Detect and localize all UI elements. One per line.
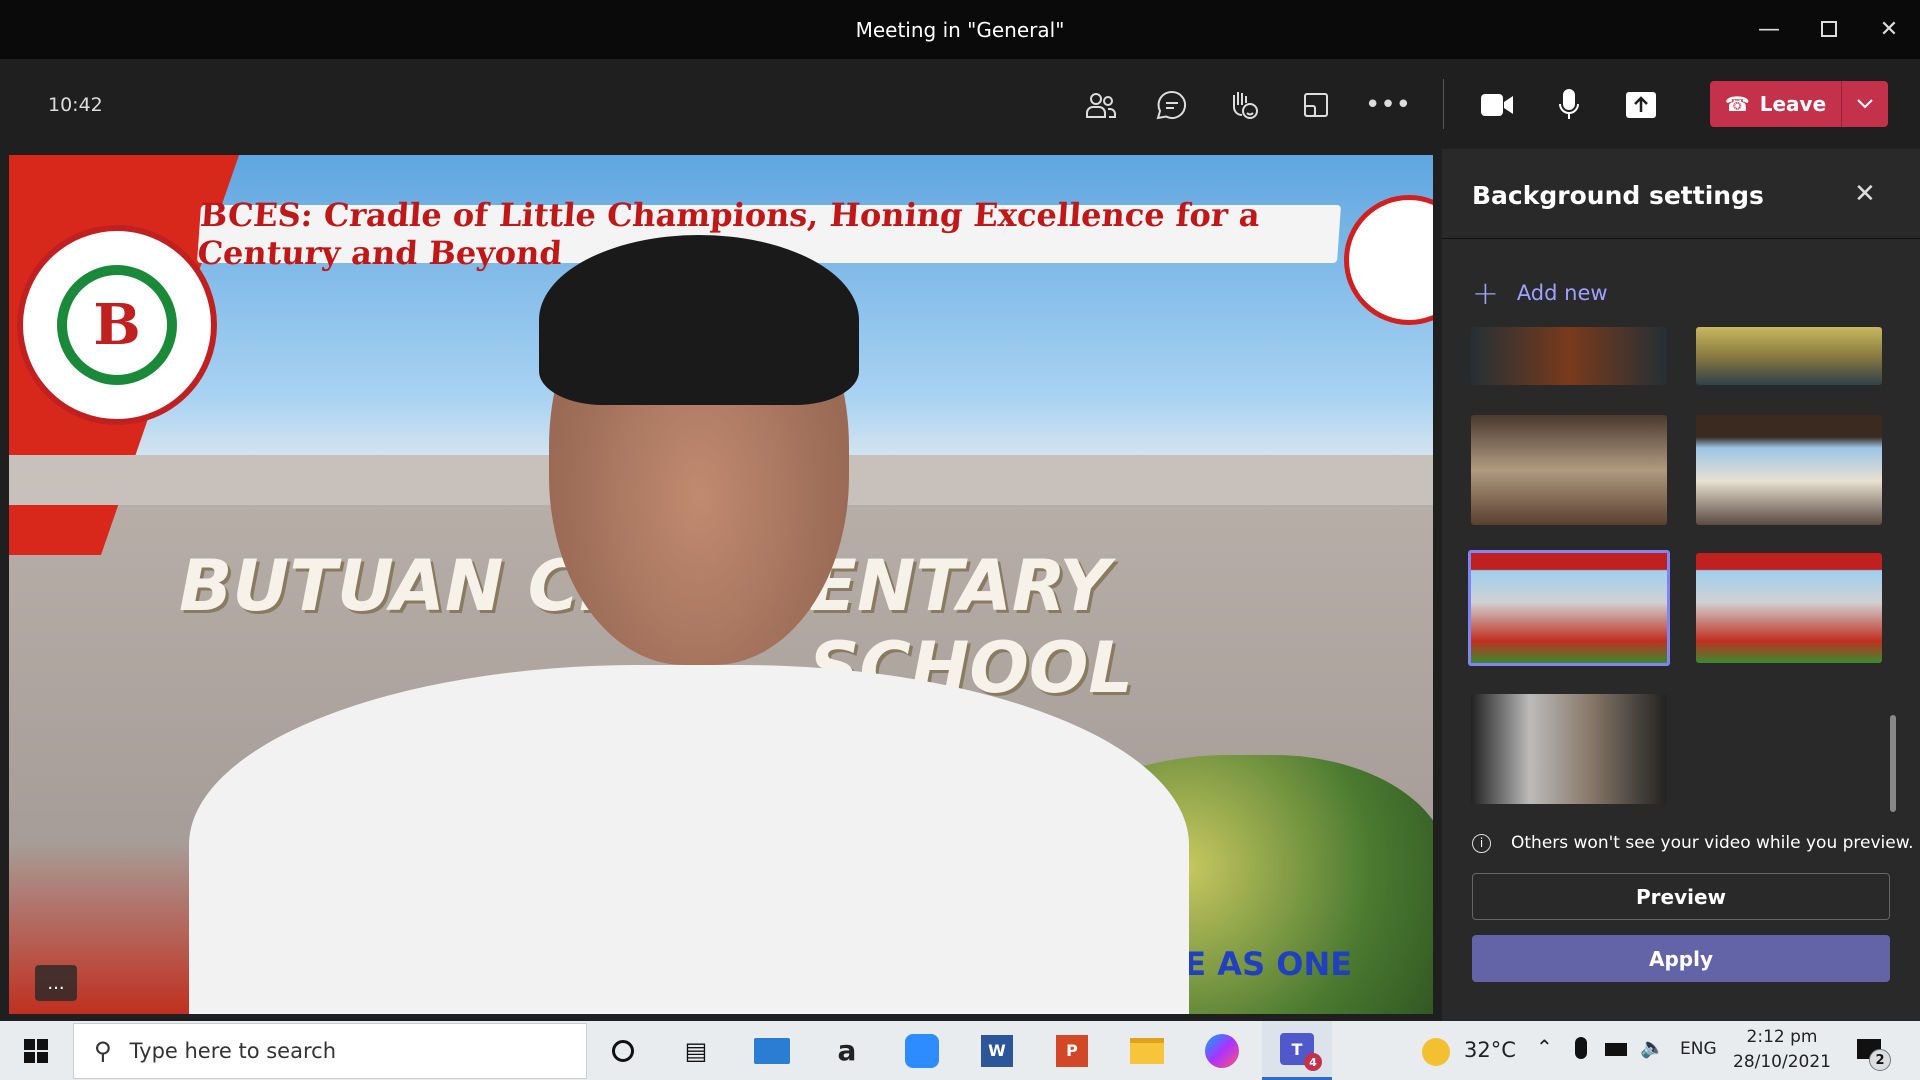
- zoom-icon[interactable]: [892, 1021, 952, 1080]
- info-text: Others won't see your video while you pr…: [1511, 833, 1914, 853]
- volume-icon[interactable]: 🔈: [1640, 1035, 1665, 1059]
- background-thumbnail[interactable]: [1696, 415, 1882, 525]
- clock-date: 28/10/2021: [1733, 1052, 1831, 1072]
- hang-up-icon: ☎: [1724, 92, 1750, 116]
- close-panel-icon[interactable]: ✕: [1854, 179, 1876, 209]
- close-window-button[interactable]: ✕: [1869, 12, 1909, 46]
- weather-icon[interactable]: [1422, 1038, 1450, 1066]
- amazon-icon[interactable]: a: [817, 1021, 877, 1080]
- video-more-button[interactable]: ...: [35, 965, 77, 1001]
- taskbar-search-input[interactable]: ⚲ Type here to search: [73, 1023, 587, 1079]
- cortana-icon[interactable]: [593, 1021, 653, 1080]
- reactions-icon[interactable]: [1220, 81, 1268, 129]
- chat-icon[interactable]: [1148, 81, 1196, 129]
- microphone-tray-icon[interactable]: [1575, 1037, 1587, 1059]
- camera-icon[interactable]: [1473, 81, 1521, 129]
- info-icon: i: [1472, 833, 1491, 853]
- add-new-button[interactable]: + Add new: [1472, 274, 1608, 312]
- preview-button[interactable]: Preview: [1472, 873, 1890, 920]
- temperature[interactable]: 32°C: [1464, 1038, 1516, 1062]
- battery-icon[interactable]: [1605, 1043, 1627, 1056]
- apply-button[interactable]: Apply: [1472, 935, 1890, 982]
- background-thumbnail[interactable]: [1471, 694, 1667, 804]
- participant-hair: [539, 235, 859, 405]
- panel-title: Background settings: [1472, 181, 1764, 210]
- plus-icon: +: [1472, 274, 1499, 312]
- search-icon: ⚲: [94, 1037, 112, 1065]
- school-logo: B: [17, 225, 217, 425]
- share-icon[interactable]: [1617, 81, 1665, 129]
- more-icon[interactable]: •••: [1364, 81, 1412, 129]
- background-settings-panel: Background settings ✕ + Add new i Others w…: [1442, 149, 1920, 1021]
- task-view-icon[interactable]: ▤: [666, 1021, 726, 1080]
- minimize-button[interactable]: —: [1749, 12, 1789, 46]
- messenger-icon[interactable]: [1192, 1021, 1252, 1080]
- video-feed: BCES: Cradle of Little Champions, Honing…: [9, 155, 1433, 1014]
- windows-start-icon[interactable]: [6, 1021, 66, 1080]
- add-new-label: Add new: [1516, 281, 1608, 305]
- background-thumbnail[interactable]: [1471, 327, 1667, 385]
- leave-button[interactable]: ☎ Leave: [1710, 81, 1888, 127]
- seal-logo: [1344, 195, 1433, 325]
- notification-count: 2: [1869, 1049, 1891, 1071]
- file-explorer-icon[interactable]: [1117, 1021, 1177, 1080]
- background-thumbnail[interactable]: [1696, 553, 1882, 663]
- meeting-time: 10:42: [48, 94, 103, 116]
- show-hidden-icons-chevron-icon[interactable]: ⌃: [1536, 1035, 1553, 1059]
- participant-shirt: [189, 665, 1189, 1014]
- title-bar: Meeting in "General" — ✕: [0, 0, 1920, 59]
- divider: [1442, 238, 1920, 239]
- notification-center-icon[interactable]: 2: [1857, 1039, 1891, 1071]
- mic-icon[interactable]: [1545, 81, 1593, 129]
- leave-options-chevron-icon[interactable]: [1842, 99, 1888, 109]
- window-title: Meeting in "General": [855, 18, 1065, 42]
- clock-time: 2:12 pm: [1746, 1027, 1818, 1047]
- search-placeholder: Type here to search: [129, 1039, 336, 1063]
- teams-badge: 4: [1304, 1053, 1322, 1071]
- divider: [1443, 79, 1444, 129]
- mail-icon[interactable]: [742, 1021, 802, 1080]
- leave-label: Leave: [1759, 92, 1827, 116]
- preview-info: i Others won't see your video while you p…: [1472, 833, 1913, 853]
- maximize-button[interactable]: [1809, 12, 1849, 46]
- powerpoint-icon[interactable]: P: [1042, 1021, 1102, 1080]
- teams-icon[interactable]: T4: [1262, 1021, 1332, 1080]
- rooms-icon[interactable]: [1292, 81, 1340, 129]
- language-indicator[interactable]: ENG: [1680, 1039, 1717, 1059]
- background-thumbnail[interactable]: [1471, 415, 1667, 525]
- scrollbar[interactable]: [1890, 715, 1896, 812]
- people-icon[interactable]: [1076, 81, 1124, 129]
- background-thumbnail[interactable]: [1696, 327, 1882, 385]
- windows-taskbar: ⚲ Type here to search ▤ a W P T4 32°C ⌃ 🔈…: [0, 1021, 1920, 1080]
- clock[interactable]: 2:12 pm 28/10/2021: [1730, 1025, 1834, 1075]
- word-icon[interactable]: W: [967, 1021, 1027, 1080]
- background-thumbnail-selected[interactable]: [1468, 550, 1670, 666]
- meeting-toolbar: 10:42 ••• ☎ Leave: [0, 59, 1920, 149]
